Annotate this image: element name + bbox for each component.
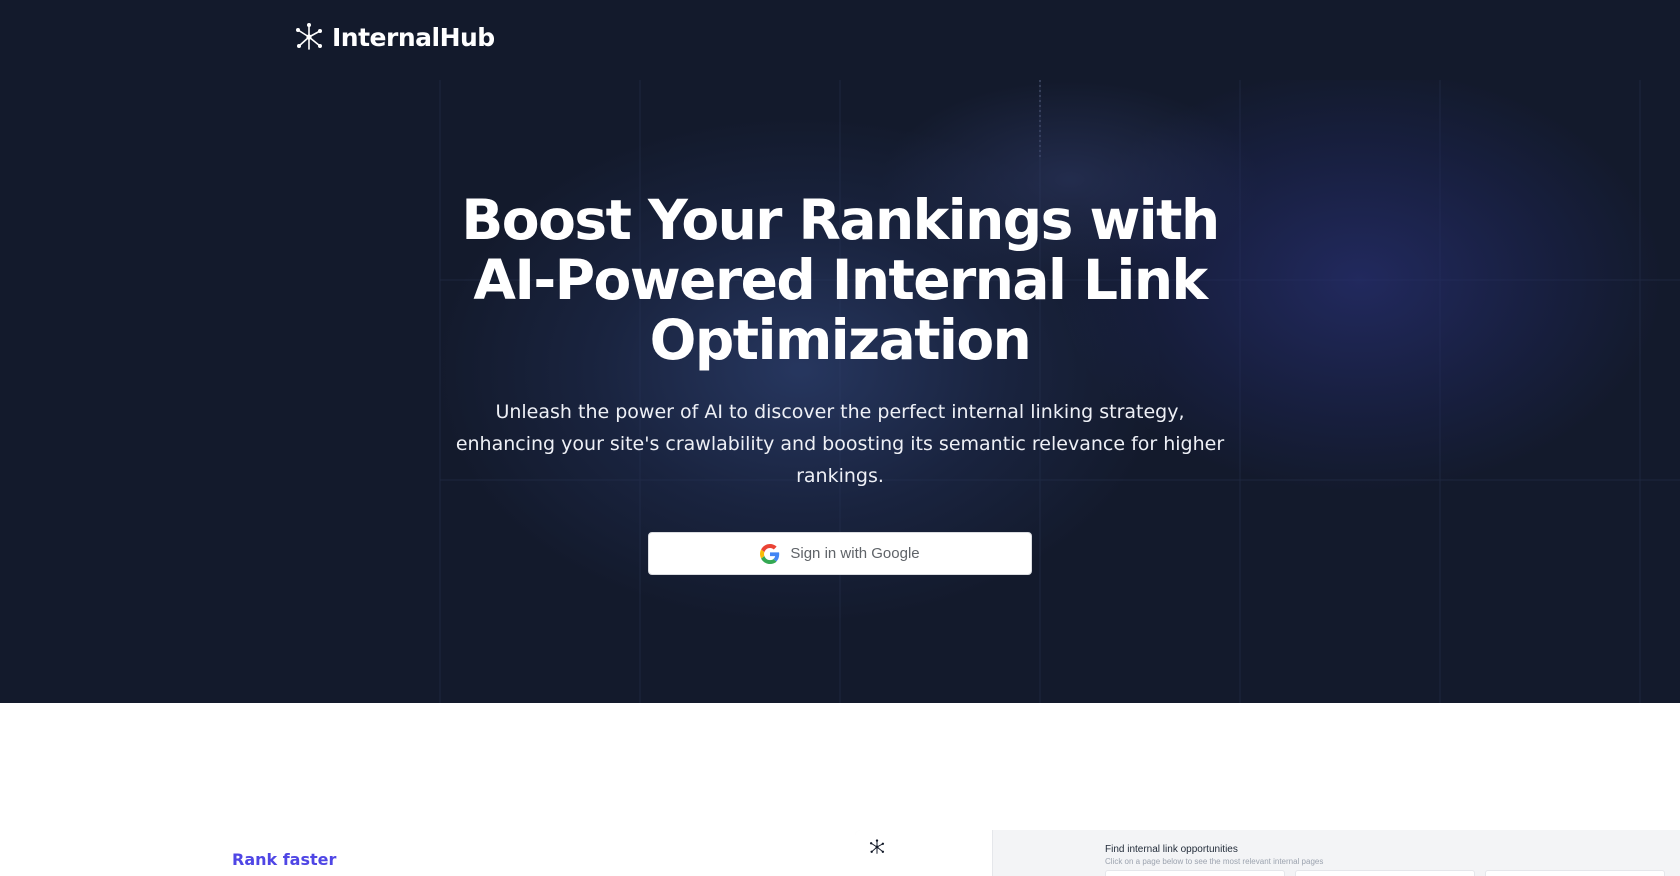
network-nodes-icon — [296, 23, 322, 50]
preview-description: Click on a page below to see the most re… — [1105, 857, 1324, 866]
preview-card — [1295, 870, 1475, 876]
preview-card — [1105, 870, 1285, 876]
google-g-icon — [760, 543, 780, 564]
features-eyebrow: Rank faster — [232, 850, 337, 869]
sign-in-with-google-label: Sign in with Google — [790, 545, 920, 562]
preview-sidebar — [855, 830, 993, 876]
preview-card — [1485, 870, 1665, 876]
hero-section: InternalHub Boost Your Rankings with AI-… — [0, 0, 1680, 703]
preview-logo-icon — [869, 839, 885, 854]
hero-subtitle: Unleash the power of AI to discover the … — [455, 401, 1225, 487]
brand-logo-link[interactable]: InternalHub — [294, 22, 495, 52]
hero-title: Boost Your Rankings with AI-Powered Inte… — [461, 188, 1220, 372]
app-preview-screenshot: Find internal link opportunities Click o… — [855, 830, 1680, 876]
preview-title: Find internal link opportunities — [1105, 844, 1238, 855]
sign-in-with-google-button[interactable]: Sign in with Google — [648, 532, 1032, 575]
top-navbar: InternalHub — [0, 0, 1680, 80]
brand-name: InternalHub — [332, 22, 495, 52]
